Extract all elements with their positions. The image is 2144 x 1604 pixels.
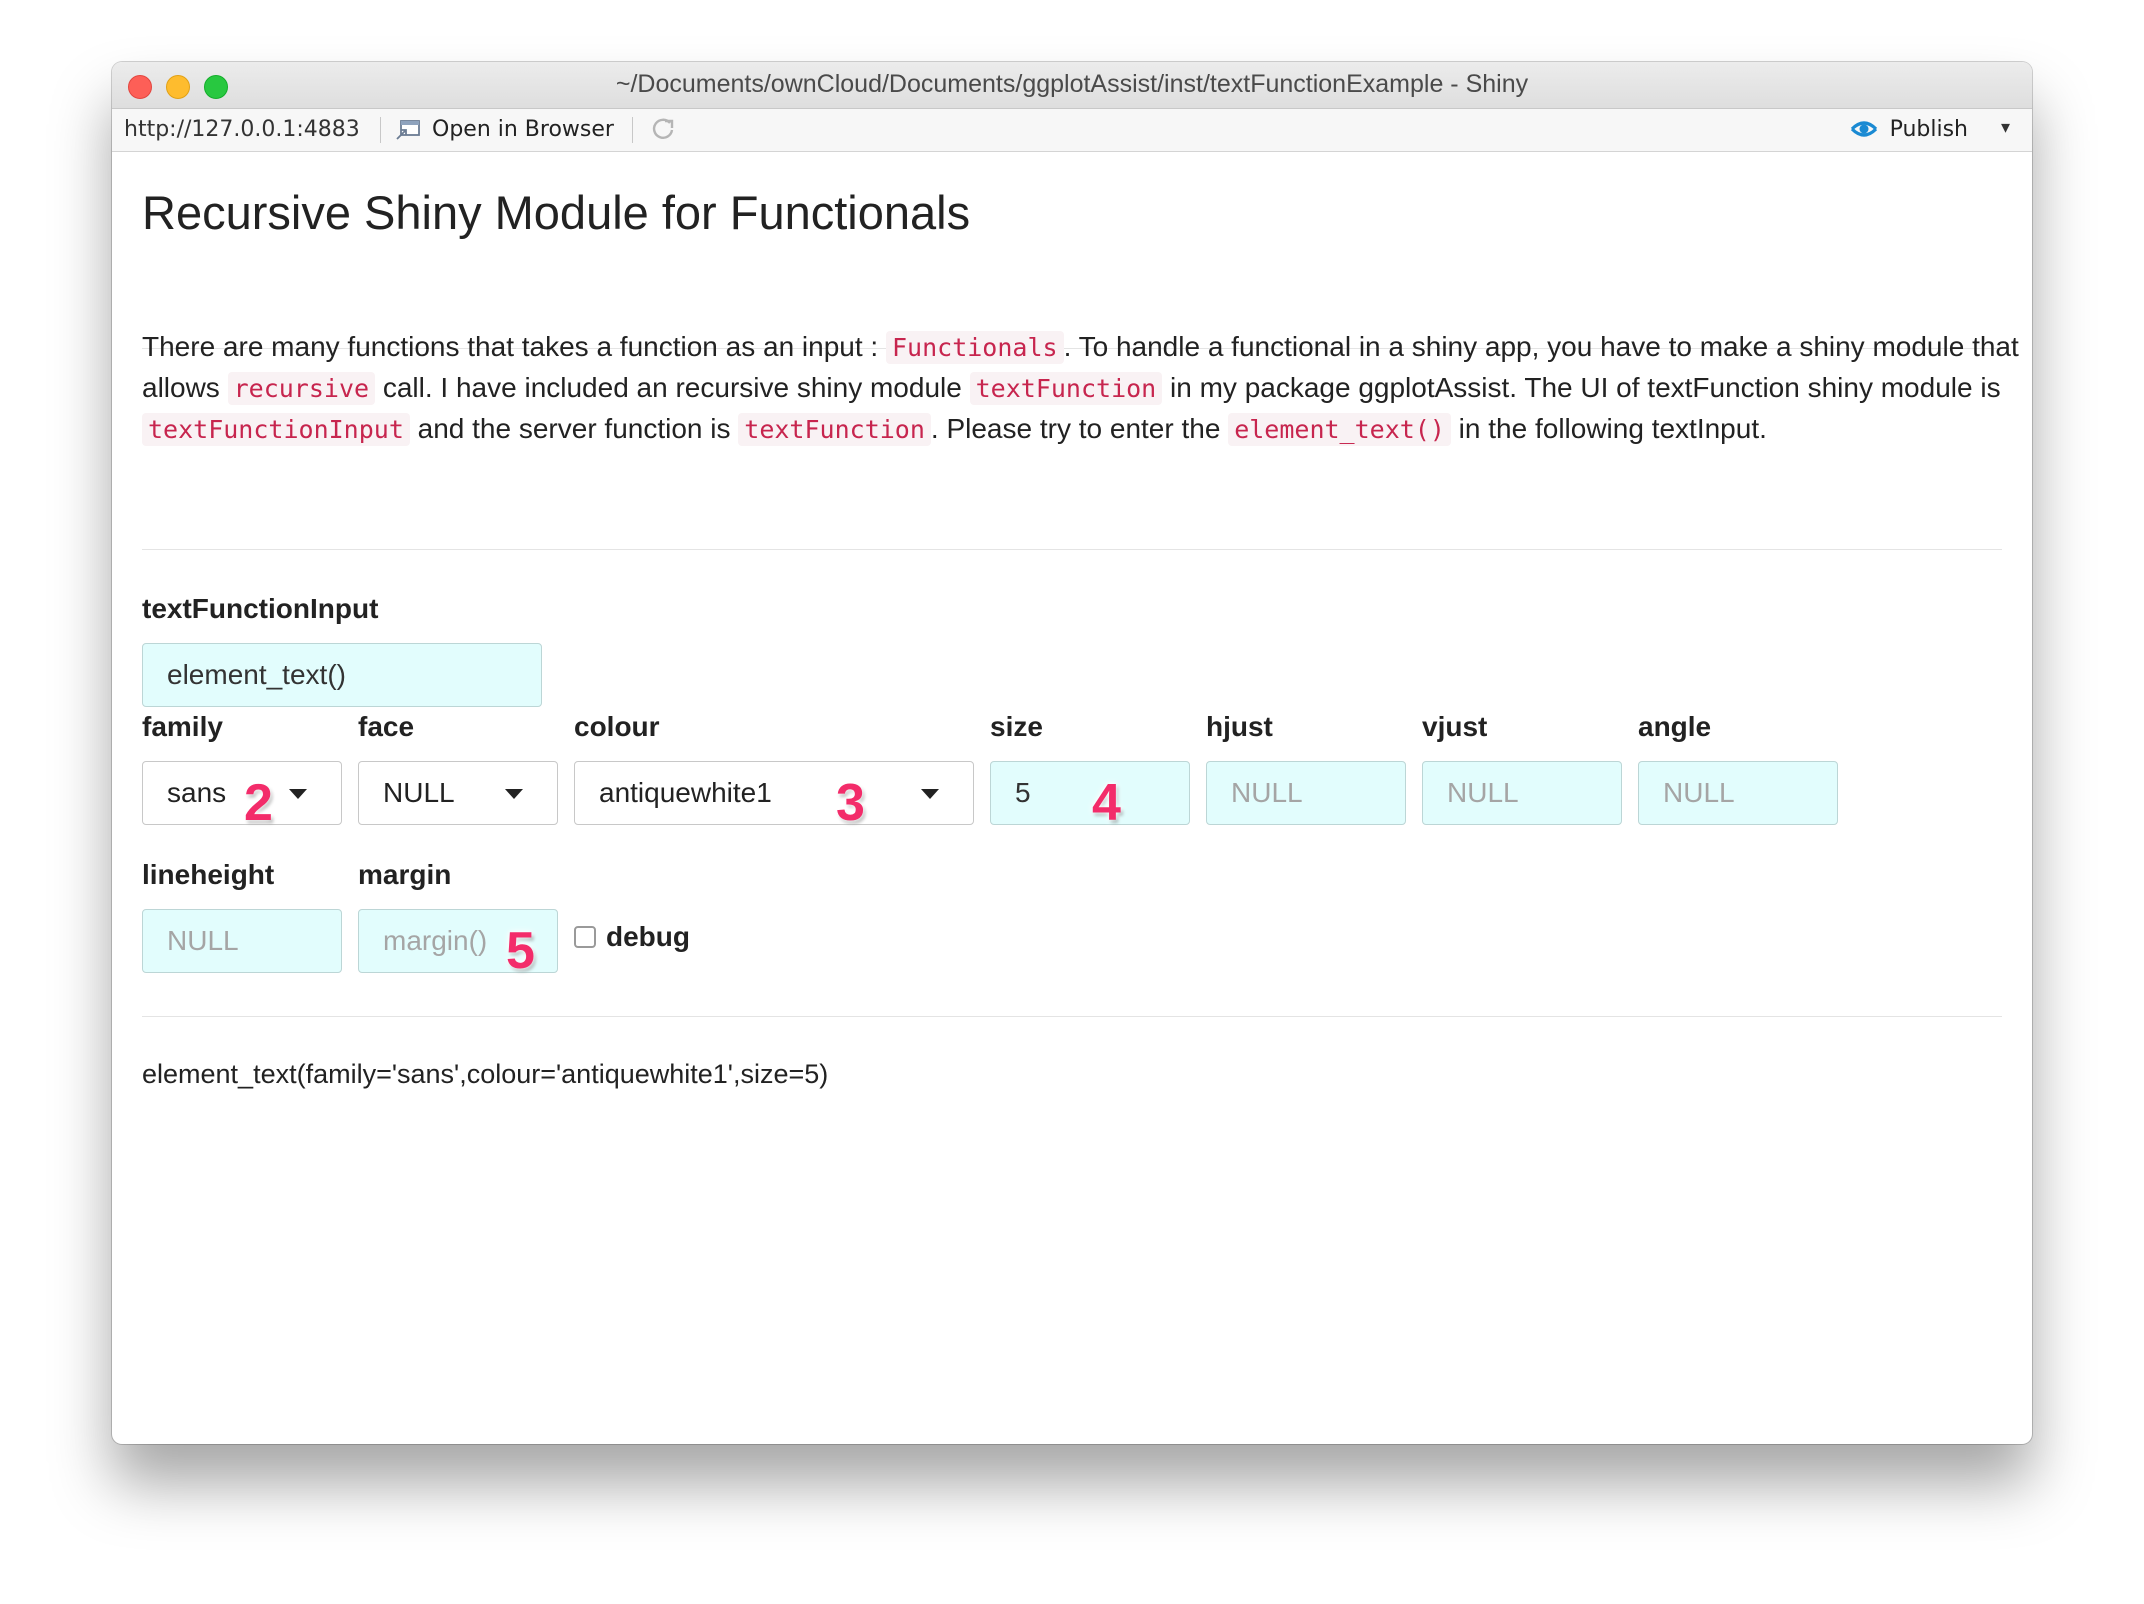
- debug-label: debug: [606, 921, 690, 952]
- inline-code: textFunction: [738, 413, 931, 446]
- description-paragraph: There are many functions that takes a fu…: [142, 327, 2022, 450]
- publish-dropdown-icon[interactable]: ▾: [2001, 117, 2010, 138]
- size-label: size: [990, 711, 1043, 742]
- family-select[interactable]: sans: [142, 761, 342, 825]
- inline-code: textFunction: [969, 372, 1163, 405]
- paragraph-text: in the following textInput.: [1450, 413, 1767, 444]
- colour-select[interactable]: antiquewhite1: [574, 761, 974, 825]
- viewer-toolbar: http://127.0.0.1:4883 Open in Browser Pu…: [112, 109, 2032, 152]
- hjust-label: hjust: [1206, 711, 1273, 742]
- face-value: NULL: [383, 777, 455, 808]
- annotation-badge: 4: [1092, 774, 1121, 832]
- family-value: sans: [167, 777, 227, 808]
- text-function-input[interactable]: element_text(): [142, 643, 542, 707]
- chevron-down-icon: [921, 789, 939, 799]
- face-label: face: [358, 711, 415, 742]
- publish-label: Publish: [1889, 116, 1968, 142]
- paragraph-text: in my package ggplotAssist. The UI of te…: [1162, 372, 2001, 403]
- title-bar[interactable]: ~/Documents/ownCloud/Documents/ggplotAss…: [112, 62, 2032, 109]
- text-function-input-label: textFunctionInput: [142, 593, 379, 624]
- angle-input[interactable]: NULL: [1638, 761, 1838, 825]
- annotation-badge: 2: [244, 774, 273, 832]
- chevron-down-icon: [505, 789, 523, 799]
- url-display: http://127.0.0.1:4883: [124, 117, 360, 142]
- inline-code: Functionals: [885, 331, 1064, 364]
- inline-code: recursive: [227, 372, 376, 405]
- open-in-browser-label: Open in Browser: [432, 117, 614, 142]
- paragraph-text: There are many functions that takes a fu…: [142, 331, 886, 362]
- face-select[interactable]: NULL: [358, 761, 558, 825]
- inline-code: element_text(): [1228, 413, 1451, 446]
- paragraph-text: call. I have included an recursive shiny…: [375, 372, 970, 403]
- publish-icon: [1850, 121, 1877, 137]
- colour-label: colour: [574, 711, 660, 742]
- window-title: ~/Documents/ownCloud/Documents/ggplotAss…: [615, 70, 1529, 98]
- vjust-input[interactable]: NULL: [1422, 761, 1622, 825]
- colour-value: antiquewhite1: [599, 777, 772, 808]
- divider: [142, 549, 2002, 550]
- chevron-down-icon: [289, 789, 307, 799]
- open-in-browser-button[interactable]: Open in Browser: [394, 117, 614, 142]
- hjust-input[interactable]: NULL: [1206, 761, 1406, 825]
- toolbar-separator: [380, 117, 381, 143]
- toolbar-separator: [632, 117, 633, 143]
- angle-label: angle: [1638, 711, 1712, 742]
- debug-checkbox-group[interactable]: debug: [574, 921, 690, 953]
- open-browser-icon: [396, 119, 420, 140]
- annotation-badge: 5: [506, 922, 535, 980]
- size-input[interactable]: 5: [990, 761, 1190, 825]
- lineheight-input[interactable]: NULL: [142, 909, 342, 973]
- debug-checkbox[interactable]: [574, 926, 596, 948]
- inline-code: textFunctionInput: [142, 413, 410, 446]
- app-window: ~/Documents/ownCloud/Documents/ggplotAss…: [112, 62, 2032, 1444]
- page-title: Recursive Shiny Module for Functionals: [142, 186, 971, 239]
- vjust-label: vjust: [1422, 711, 1488, 742]
- paragraph-text: and the server function is: [409, 413, 739, 444]
- publish-button[interactable]: Publish: [1848, 116, 1968, 142]
- family-label: family: [142, 711, 223, 742]
- annotation-badge: 3: [836, 774, 865, 832]
- lineheight-label: lineheight: [142, 859, 275, 890]
- output-text: element_text(family='sans',colour='antiq…: [142, 1059, 829, 1089]
- divider: [142, 1016, 2002, 1017]
- paragraph-text: . Please try to enter the: [930, 413, 1229, 444]
- margin-label: margin: [358, 859, 452, 890]
- refresh-icon[interactable]: [648, 114, 678, 144]
